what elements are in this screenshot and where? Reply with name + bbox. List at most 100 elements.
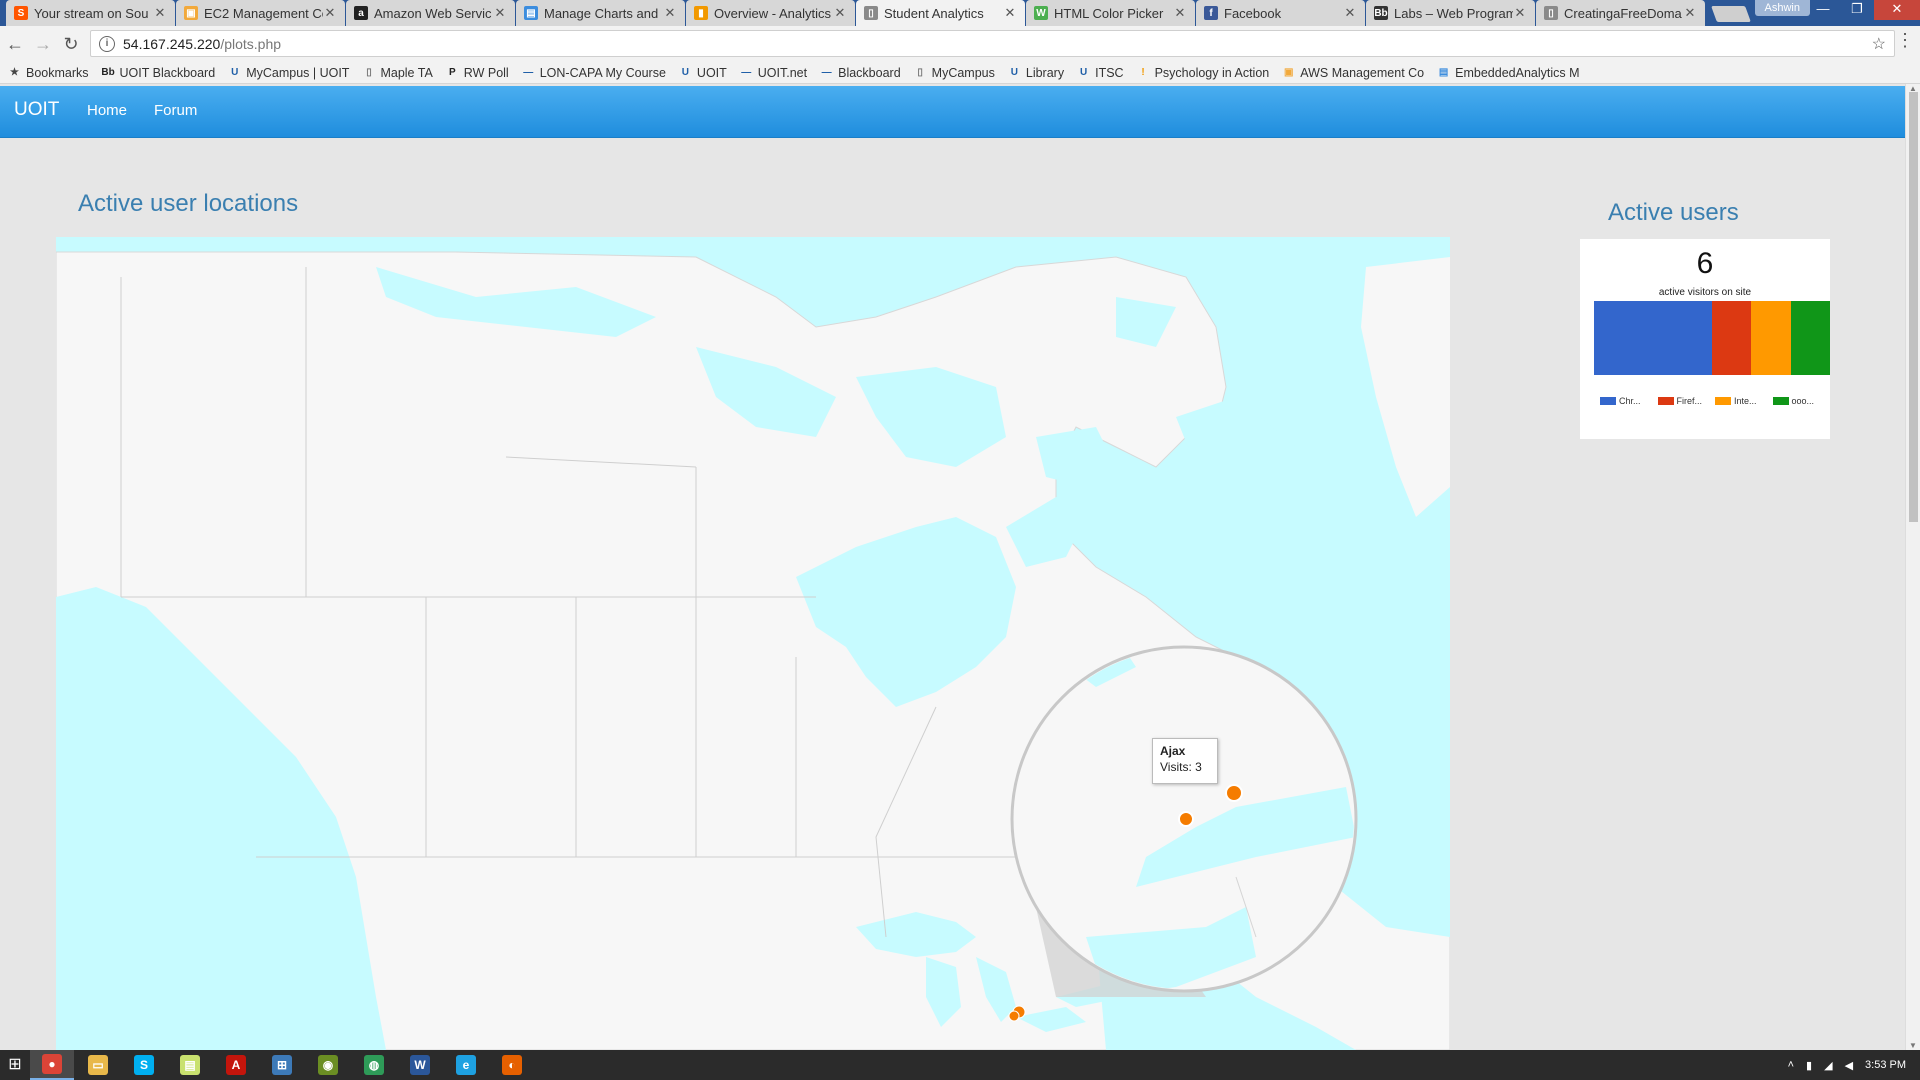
ajax-marker-2: [1178, 811, 1194, 827]
bookmark-item[interactable]: P RW Poll: [446, 66, 509, 80]
bar-segment[interactable]: [1594, 301, 1712, 375]
close-window-button[interactable]: ✕: [1874, 0, 1920, 20]
wifi-icon[interactable]: ◢: [1824, 1059, 1832, 1072]
uoit-net-icon: —: [741, 67, 752, 78]
star-icon: ★: [10, 67, 19, 78]
taskbar-app[interactable]: W: [398, 1050, 442, 1080]
bookmark-item[interactable]: — Blackboard: [820, 66, 901, 80]
tab-close-icon[interactable]: ✕: [1683, 5, 1697, 21]
firefox-icon: ◐: [502, 1055, 522, 1075]
tab-close-icon[interactable]: ✕: [1003, 5, 1017, 21]
bookmark-item[interactable]: U ITSC: [1077, 66, 1124, 80]
bar-segment[interactable]: [1751, 301, 1791, 375]
browser-tab[interactable]: ▯ Student Analytics ✕: [856, 0, 1025, 26]
browser-share-bar: [1594, 301, 1830, 375]
legend-item[interactable]: ooo...: [1772, 396, 1831, 406]
nav-home-link[interactable]: Home: [87, 102, 127, 119]
taskbar-app[interactable]: ◍: [352, 1050, 396, 1080]
tooltip-place: Ajax: [1160, 744, 1186, 758]
site-brand-link[interactable]: UOIT: [14, 99, 59, 121]
bookmark-label: RW Poll: [463, 65, 509, 80]
chrome-icon: ●: [42, 1054, 62, 1074]
bookmark-label: Blackboard: [838, 65, 901, 80]
active-user-count-label: active visitors on site: [1658, 287, 1752, 298]
bar-segment[interactable]: [1790, 301, 1830, 375]
taskbar-app[interactable]: ▭: [76, 1050, 120, 1080]
bookmark-item[interactable]: — UOIT.net: [740, 66, 807, 80]
bookmark-item[interactable]: U Library: [1008, 66, 1064, 80]
taskbar-app[interactable]: S: [122, 1050, 166, 1080]
browser-menu-icon[interactable]: ⋮: [1896, 30, 1914, 51]
bookmark-item[interactable]: — LON-CAPA My Course: [522, 66, 666, 80]
tab-title: Facebook: [1224, 5, 1282, 21]
browser-tab[interactable]: a Amazon Web Servic ✕: [346, 0, 515, 26]
bookmark-item[interactable]: ▯ Maple TA: [362, 66, 433, 80]
scroll-down-icon[interactable]: ▼: [1909, 1041, 1917, 1050]
bookmark-item[interactable]: ▤ EmbeddedAnalytics M: [1437, 66, 1580, 80]
legend-item[interactable]: Firef...: [1657, 396, 1716, 406]
taskbar-app[interactable]: e: [444, 1050, 488, 1080]
bookmarks-button[interactable]: ★ Bookmarks: [8, 66, 89, 80]
browser-tab[interactable]: W HTML Color Picker ✕: [1026, 0, 1195, 26]
aws-box-icon: ▣: [184, 6, 198, 20]
back-arrow-icon[interactable]: ←: [2, 31, 28, 57]
tab-close-icon[interactable]: ✕: [323, 5, 337, 21]
windows-start-icon[interactable]: ⊞: [0, 1050, 30, 1080]
address-bar[interactable]: i 54.167.245.220/plots.php ☆: [90, 30, 1895, 57]
browser-tab[interactable]: f Facebook ✕: [1196, 0, 1365, 26]
browser-tab[interactable]: S Your stream on Sou ✕: [6, 0, 175, 26]
taskbar-app[interactable]: A: [214, 1050, 258, 1080]
tab-close-icon[interactable]: ✕: [663, 5, 677, 21]
bookmark-item[interactable]: ▯ MyCampus: [914, 66, 994, 80]
nav-forum-link[interactable]: Forum: [154, 102, 197, 119]
network-status-icon[interactable]: ▮: [1806, 1059, 1812, 1072]
taskbar-app[interactable]: ◐: [490, 1050, 534, 1080]
taskbar-app[interactable]: ⊞: [260, 1050, 304, 1080]
taskbar-app[interactable]: ●: [30, 1050, 74, 1080]
scrollbar-thumb[interactable]: [1909, 92, 1918, 522]
page-icon: ▯: [1544, 6, 1558, 20]
new-tab-button[interactable]: [1711, 6, 1751, 22]
tab-title: Manage Charts and: [544, 5, 659, 21]
browser-share-legend: Chr... Firef... Inte... ooo...: [1600, 396, 1830, 406]
minimize-button[interactable]: —: [1806, 0, 1840, 20]
bar-segment[interactable]: [1712, 301, 1752, 375]
restore-button[interactable]: ❐: [1840, 0, 1874, 20]
browser-tab[interactable]: ▮ Overview - Analytics ✕: [686, 0, 855, 26]
bookmark-item[interactable]: U MyCampus | UOIT: [228, 66, 349, 80]
legend-item[interactable]: Chr...: [1600, 396, 1658, 406]
tab-close-icon[interactable]: ✕: [1173, 5, 1187, 21]
bookmark-star-icon[interactable]: ☆: [1872, 34, 1886, 54]
page-scrollbar[interactable]: ▲ ▼: [1905, 84, 1920, 1050]
map-section-title: Active user locations: [78, 190, 299, 217]
tab-close-icon[interactable]: ✕: [833, 5, 847, 21]
bookmark-label: UOIT.net: [757, 65, 808, 80]
tab-close-icon[interactable]: ✕: [153, 5, 167, 21]
tab-close-icon[interactable]: ✕: [493, 5, 507, 21]
tab-close-icon[interactable]: ✕: [1513, 5, 1527, 21]
bookmark-item[interactable]: U UOIT: [679, 66, 727, 80]
aws-box-icon: ▣: [1284, 67, 1294, 78]
tab-title: Your stream on Sou: [34, 5, 149, 21]
clock[interactable]: 3:53 PM: [1865, 1059, 1906, 1071]
bookmark-item[interactable]: ! Psychology in Action: [1137, 66, 1269, 80]
volume-icon[interactable]: ◀: [1845, 1059, 1853, 1072]
bookmark-item[interactable]: ▣ AWS Management Co: [1282, 66, 1424, 80]
taskbar-app[interactable]: ▤: [168, 1050, 212, 1080]
psych-icon: !: [1141, 67, 1145, 78]
reload-icon[interactable]: ↻: [58, 31, 84, 57]
profile-button[interactable]: Ashwin: [1754, 0, 1810, 16]
map-canvas: [56, 237, 1450, 1050]
browser-tab[interactable]: ▯ CreatingaFreeDoma ✕: [1536, 0, 1705, 26]
tab-close-icon[interactable]: ✕: [1343, 5, 1357, 21]
browser-tab[interactable]: ▣ EC2 Management Co ✕: [176, 0, 345, 26]
browser-tab[interactable]: Bb Labs – Web Program ✕: [1366, 0, 1535, 26]
bookmark-item[interactable]: Bb UOIT Blackboard: [101, 66, 215, 80]
site-info-icon[interactable]: i: [99, 35, 115, 52]
geo-map[interactable]: Ajax Visits: 3: [56, 237, 1450, 1050]
tray-chevron-icon[interactable]: ˄: [1788, 1059, 1794, 1071]
browser-tab[interactable]: ▤ Manage Charts and ✕: [516, 0, 685, 26]
legend-item[interactable]: Inte...: [1715, 396, 1773, 406]
taskbar-app[interactable]: ◉: [306, 1050, 350, 1080]
forward-arrow-icon[interactable]: →: [30, 31, 56, 57]
